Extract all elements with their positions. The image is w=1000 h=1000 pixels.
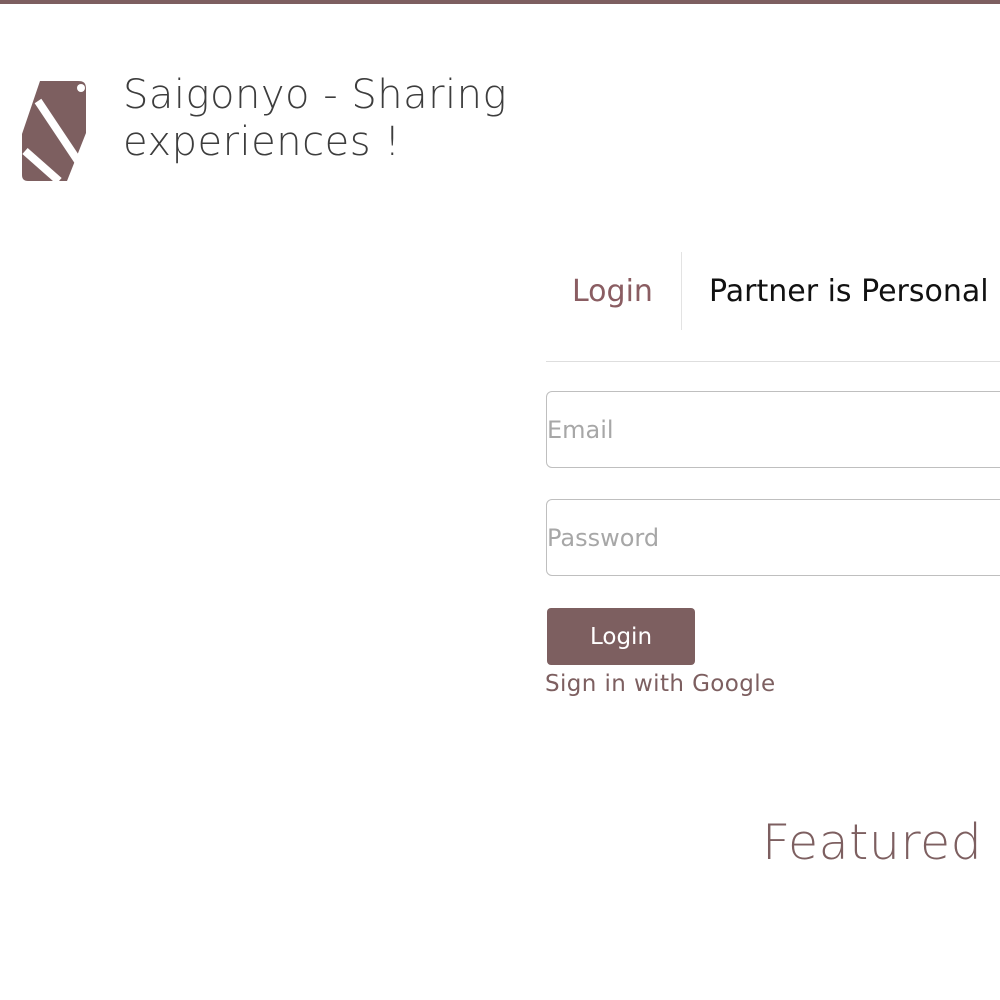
google-sign-in-link[interactable]: Sign in with Google [545,671,776,697]
tab-partner-is-personal[interactable]: Partner is Personal [709,252,989,330]
tab-login[interactable]: Login [572,252,653,330]
email-field[interactable] [546,391,1000,468]
login-button[interactable]: Login [547,608,695,665]
saigonyo-logo[interactable] [20,79,88,183]
site-title: Saigonyo - Sharing experiences ! [123,72,508,165]
auth-tabs: Login Partner is Personal [546,252,1000,362]
featured-heading: Featured [762,814,983,871]
password-field[interactable] [546,499,1000,576]
tabs-underline [546,361,1000,362]
tab-divider [681,252,682,330]
top-accent-bar [0,0,1000,4]
